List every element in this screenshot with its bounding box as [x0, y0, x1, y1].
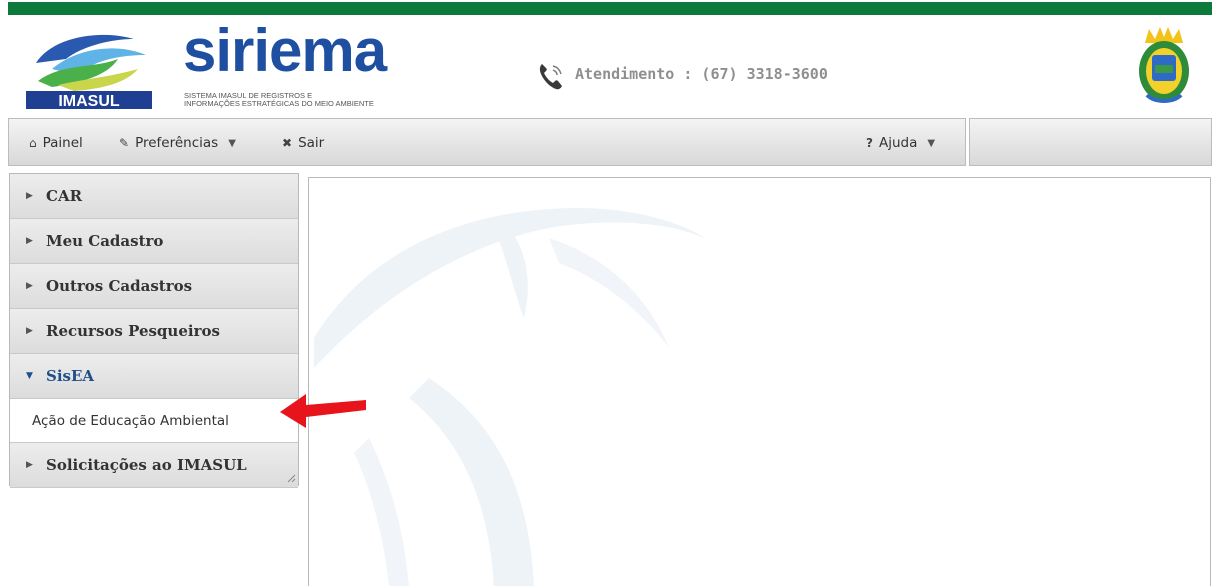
help-icon: ?: [866, 136, 873, 150]
nav-preferencias-label: Preferências: [135, 135, 219, 151]
home-icon: ⌂: [29, 136, 37, 150]
chevron-right-icon: ▶: [26, 191, 33, 201]
siriema-bird-watermark: [314, 208, 704, 586]
sidebar-item-sisea[interactable]: ▼ SisEA: [10, 354, 298, 399]
chevron-right-icon: ▶: [26, 281, 33, 291]
sidebar-subitem-acao-educacao-ambiental[interactable]: Ação de Educação Ambiental: [10, 399, 298, 443]
siriema-subtitle-line2: INFORMAÇÕES ESTRATÉGICAS DO MEIO AMBIENT…: [184, 99, 374, 108]
sidebar-item-label: SisEA: [46, 367, 95, 385]
sidebar-accordion: ▶ CAR ▶ Meu Cadastro ▶ Outros Cadastros …: [9, 173, 299, 488]
nav-sair-label: Sair: [298, 135, 325, 151]
state-coat-of-arms: [1139, 27, 1189, 103]
main-nav-bar: ⌂ Painel ✎ Preferências ▼ ✖ Sair ? Ajuda…: [8, 118, 966, 166]
chevron-right-icon: ▶: [26, 326, 33, 336]
support-phone-text: Atendimento : (67) 3318-3600: [575, 65, 828, 83]
sidebar-item-label: Recursos Pesqueiros: [46, 322, 220, 340]
wrench-icon: ✎: [119, 136, 130, 150]
sidebar-item-recursos-pesqueiros[interactable]: ▶ Recursos Pesqueiros: [10, 309, 298, 354]
phone-icon: [539, 64, 562, 90]
page-header: IMASUL siriema SISTEMA IMASUL DE REGISTR…: [8, 15, 1212, 115]
sidebar-subitem-label: Ação de Educação Ambiental: [32, 412, 229, 429]
nav-ajuda-label: Ajuda: [878, 135, 918, 151]
main-content-panel: [308, 177, 1211, 586]
nav-preferencias[interactable]: ✎ Preferências ▼: [119, 135, 236, 151]
imasul-logo[interactable]: IMASUL: [22, 29, 156, 109]
chevron-down-icon: ▼: [228, 137, 236, 149]
resize-grip-icon[interactable]: [286, 473, 296, 483]
sidebar-item-label: Outros Cadastros: [46, 277, 193, 295]
sidebar-item-outros-cadastros[interactable]: ▶ Outros Cadastros: [10, 264, 298, 309]
chevron-right-icon: ▶: [26, 460, 33, 470]
sidebar-item-label: CAR: [46, 187, 83, 205]
siriema-logo-subtitle: SISTEMA IMASUL DE REGISTROS E INFORMAÇÕE…: [184, 92, 424, 108]
nav-sair[interactable]: ✖ Sair: [282, 135, 324, 151]
siriema-logo-title: siriema: [183, 17, 387, 84]
nav-painel[interactable]: ⌂ Painel: [29, 135, 83, 151]
chevron-down-icon: ▼: [26, 371, 33, 381]
sidebar-item-solicitacoes-imasul[interactable]: ▶ Solicitações ao IMASUL: [10, 443, 298, 488]
red-pointer-arrow: [280, 394, 366, 428]
close-icon: ✖: [282, 136, 293, 150]
sidebar-item-label: Solicitações ao IMASUL: [46, 456, 247, 474]
nav-ajuda[interactable]: ? Ajuda ▼: [866, 135, 935, 151]
chevron-right-icon: ▶: [26, 236, 33, 246]
sidebar-item-car[interactable]: ▶ CAR: [10, 174, 298, 219]
sidebar-item-meu-cadastro[interactable]: ▶ Meu Cadastro: [10, 219, 298, 264]
top-accent-bar: [8, 2, 1212, 15]
chevron-down-icon: ▼: [927, 137, 936, 149]
sidebar-item-label: Meu Cadastro: [46, 232, 164, 250]
nav-bar-right-segment: [969, 118, 1212, 166]
nav-painel-label: Painel: [42, 135, 83, 151]
svg-text:IMASUL: IMASUL: [58, 93, 120, 109]
